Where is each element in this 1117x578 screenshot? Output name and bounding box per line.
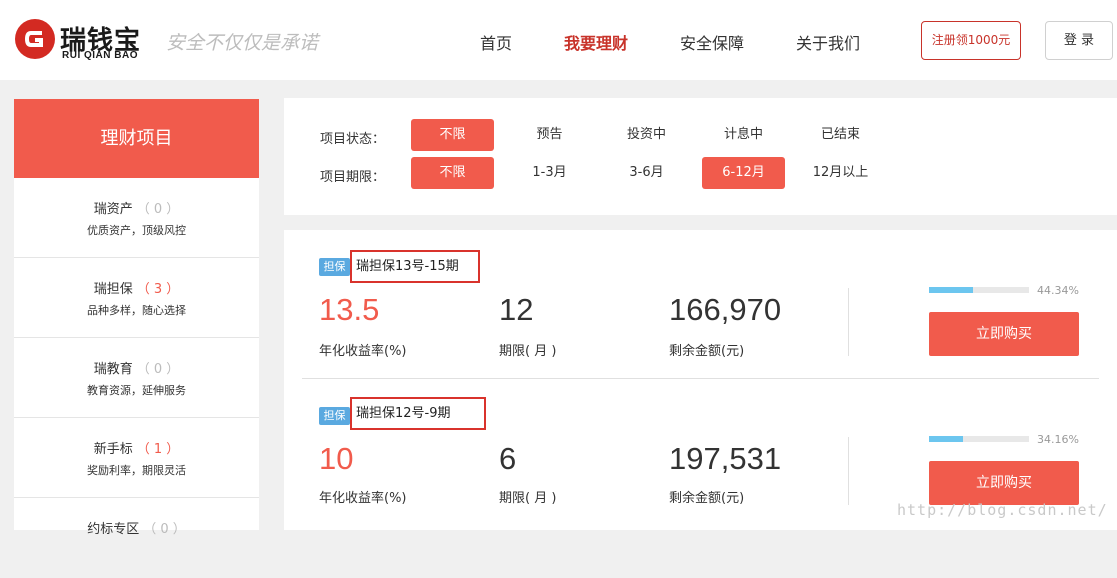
- sidebar: 理财项目 瑞资产（ 0 ） 优质资产，顶级风控 瑞担保（ 3 ） 品种多样，随心…: [14, 99, 259, 537]
- watermark: http://blog.csdn.net/: [897, 501, 1108, 519]
- sidebar-item-reserved[interactable]: 约标专区（ 0 ）: [14, 498, 259, 578]
- term-option-1-3[interactable]: 1-3月: [508, 157, 591, 189]
- logo-icon[interactable]: [14, 18, 56, 60]
- product-title[interactable]: 瑞担保12号-9期: [350, 397, 486, 430]
- sidebar-item-label: 新手标: [93, 442, 133, 457]
- slogan: 安全不仅仅是承诺: [166, 32, 319, 54]
- sidebar-item-rui-guarantee[interactable]: 瑞担保（ 3 ） 品种多样，随心选择: [14, 258, 259, 338]
- sidebar-item-label: 瑞资产: [93, 202, 133, 217]
- sidebar-item-count: （ 0 ）: [136, 362, 180, 377]
- progress-bar: [929, 436, 1029, 442]
- progress-percent: 34.16%: [1037, 433, 1079, 446]
- filter-panel: 项目状态： 不限 预告 投资中 计息中 已结束 项目期限： 不限 1-3月 3-…: [284, 98, 1117, 215]
- login-button[interactable]: 登 录: [1045, 21, 1113, 60]
- buy-button[interactable]: 立即购买: [929, 312, 1079, 356]
- status-option-accruing[interactable]: 计息中: [702, 119, 785, 151]
- nav-home[interactable]: 首页: [480, 30, 512, 54]
- status-filter-label: 项目状态：: [320, 132, 386, 147]
- progress-bar: [929, 287, 1029, 293]
- term-option-all[interactable]: 不限: [411, 157, 494, 189]
- top-header: 瑞钱宝 RUI QIAN BAO 安全不仅仅是承诺 首页 我要理财 安全保障 关…: [0, 0, 1117, 80]
- progress-percent: 44.34%: [1037, 284, 1079, 297]
- product-remaining: 197,531: [669, 441, 782, 476]
- product-remaining-label: 剩余金额(元): [669, 491, 745, 506]
- sidebar-item-count: （ 0 ）: [136, 202, 180, 217]
- product-title[interactable]: 瑞担保13号-15期: [350, 250, 480, 283]
- product-tag: 担保: [319, 258, 350, 276]
- sidebar-item-newbie[interactable]: 新手标（ 1 ） 奖励利率，期限灵活: [14, 418, 259, 498]
- sidebar-item-label: 瑞担保: [93, 282, 133, 297]
- sidebar-title: 理财项目: [14, 99, 259, 178]
- product-term: 6: [499, 441, 517, 476]
- register-button[interactable]: 注册领1000元: [921, 21, 1021, 60]
- term-option-6-12[interactable]: 6-12月: [702, 157, 785, 189]
- divider: [848, 288, 849, 356]
- divider: [848, 437, 849, 505]
- product-term-label: 期限( 月 ): [499, 491, 557, 506]
- progress-fill: [929, 287, 974, 293]
- sidebar-item-desc: 优质资产，顶级风控: [87, 224, 186, 237]
- term-option-3-6[interactable]: 3-6月: [605, 157, 688, 189]
- sidebar-item-label: 瑞教育: [93, 362, 133, 377]
- product-tag: 担保: [319, 407, 350, 425]
- sidebar-item-rui-education[interactable]: 瑞教育（ 0 ） 教育资源，延伸服务: [14, 338, 259, 418]
- status-option-preview[interactable]: 预告: [508, 119, 591, 151]
- product-list: 担保 瑞担保13号-15期 13.5 年化收益率(%) 12 期限( 月 ) 1…: [284, 230, 1117, 530]
- product-rate: 10: [319, 441, 354, 476]
- product-remaining-label: 剩余金额(元): [669, 344, 745, 359]
- product-term-label: 期限( 月 ): [499, 344, 557, 359]
- sidebar-item-desc: 品种多样，随心选择: [87, 304, 186, 317]
- product-rate: 13.5: [319, 292, 380, 327]
- buy-button[interactable]: 立即购买: [929, 461, 1079, 505]
- logo-subtitle: RUI QIAN BAO: [62, 50, 138, 61]
- progress-fill: [929, 436, 964, 442]
- sidebar-item-count: （ 1 ）: [136, 442, 180, 457]
- product-rate-label: 年化收益率(%): [319, 344, 407, 359]
- product-remaining: 166,970: [669, 292, 782, 327]
- sidebar-item-count: （ 3 ）: [136, 282, 180, 297]
- nav-security[interactable]: 安全保障: [680, 30, 744, 54]
- nav-about[interactable]: 关于我们: [796, 30, 860, 54]
- status-option-investing[interactable]: 投资中: [605, 119, 688, 151]
- term-option-12-plus[interactable]: 12月以上: [799, 157, 882, 189]
- sidebar-item-rui-asset[interactable]: 瑞资产（ 0 ） 优质资产，顶级风控: [14, 178, 259, 258]
- nav-invest[interactable]: 我要理财: [564, 30, 628, 54]
- status-option-ended[interactable]: 已结束: [799, 119, 882, 151]
- product-card: 担保 瑞担保13号-15期 13.5 年化收益率(%) 12 期限( 月 ) 1…: [302, 230, 1099, 379]
- product-term: 12: [499, 292, 534, 327]
- status-option-all[interactable]: 不限: [411, 119, 494, 151]
- sidebar-item-desc: 教育资源，延伸服务: [87, 384, 186, 397]
- product-rate-label: 年化收益率(%): [319, 491, 407, 506]
- term-filter-label: 项目期限：: [320, 170, 386, 185]
- sidebar-item-desc: 奖励利率，期限灵活: [87, 464, 186, 477]
